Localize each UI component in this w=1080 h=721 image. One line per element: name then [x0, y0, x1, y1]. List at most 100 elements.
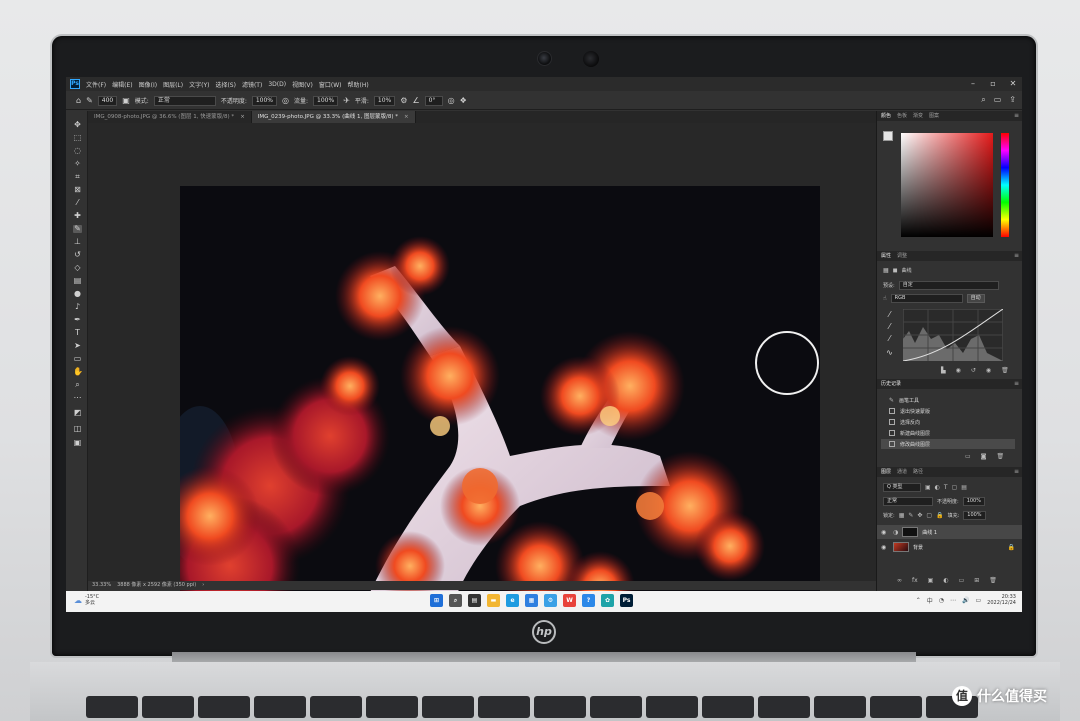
flow-field[interactable]: 100% [313, 95, 339, 106]
mask-icon[interactable]: ◼ [893, 267, 898, 274]
new-layer-icon[interactable]: ⊞ [974, 577, 979, 584]
lasso-tool-icon[interactable]: ◌ [73, 147, 82, 155]
minimize-button[interactable]: – [968, 78, 978, 90]
gradient-tool-icon[interactable]: ▤ [73, 277, 82, 285]
layer-row-curves[interactable]: ◉ ◑ 曲线 1 [877, 525, 1022, 539]
foreground-color-swatch[interactable] [883, 131, 893, 141]
layer-filter-select[interactable]: Q 类型 [883, 483, 921, 492]
hand-tool-icon[interactable]: ✋ [73, 368, 83, 376]
target-adjust-icon[interactable]: ☝ [883, 295, 887, 302]
menu-image[interactable]: 图像(I) [139, 80, 157, 89]
panel-menu-icon[interactable]: ≡ [1014, 379, 1019, 389]
quick-select-icon[interactable]: ✧ [73, 160, 82, 168]
menu-help[interactable]: 帮助(H) [348, 80, 369, 89]
blur-tool-icon[interactable]: ● [73, 290, 82, 298]
layer-mask-thumbnail[interactable] [902, 527, 919, 537]
brush-tool-icon[interactable]: ✎ [86, 96, 93, 106]
taskbar-app-settings-icon[interactable]: ⚙ [544, 594, 557, 607]
eye-icon[interactable]: ◉ [881, 529, 889, 536]
weather-widget[interactable]: ☁ -15°C 多云 [74, 594, 99, 606]
panel-menu-icon[interactable]: ≡ [1014, 251, 1019, 261]
wifi-icon[interactable]: ⋯ [950, 597, 956, 604]
auto-button[interactable]: 自动 [966, 294, 985, 303]
brush-settings-icon[interactable]: ▣ [122, 96, 130, 106]
frame-tool-icon[interactable]: ⊠ [73, 186, 82, 194]
tab-patterns[interactable]: 图案 [929, 111, 939, 121]
trash-icon[interactable]: 🗑 [1001, 367, 1009, 374]
panel-menu-icon[interactable]: ≡ [1014, 111, 1019, 121]
opacity-field[interactable]: 100% [251, 95, 278, 106]
menu-type[interactable]: 文字(Y) [189, 80, 209, 89]
adjustment-layer-icon[interactable]: ◐ [943, 577, 948, 584]
more-tools-icon[interactable]: ⋯ [73, 394, 82, 402]
marquee-tool-icon[interactable]: ⬚ [73, 134, 82, 142]
close-icon[interactable]: × [404, 111, 409, 123]
taskbar-app-help-icon[interactable]: ? [582, 594, 595, 607]
menu-layer[interactable]: 图层(L) [163, 80, 183, 89]
trash-icon[interactable]: 🗑 [997, 453, 1005, 460]
taskbar-app-photoshop-icon[interactable]: Ps [620, 594, 633, 607]
preset-select[interactable]: 自定 [898, 281, 999, 290]
tab-color[interactable]: 颜色 [881, 111, 891, 121]
share-icon[interactable]: ⇪ [1009, 95, 1016, 105]
add-mask-icon[interactable]: ▣ [928, 577, 934, 584]
filter-shape-icon[interactable]: ▢ [952, 484, 958, 491]
fx-icon[interactable]: fx [912, 577, 918, 584]
cloud-sync-icon[interactable]: ◔ [939, 597, 944, 604]
history-item[interactable]: 新建曲线图层 [881, 428, 1015, 438]
menu-select[interactable]: 选择(S) [215, 80, 236, 89]
taskbar-app-wps-icon[interactable]: W [563, 594, 576, 607]
lock-paint-icon[interactable]: ✎ [908, 512, 913, 519]
tab-img-0239[interactable]: IMG_0239-photo.JPG @ 33.3% (曲线 1, 图层蒙版/8… [251, 111, 416, 123]
color-swatches-icon[interactable]: ◩ [73, 409, 82, 417]
tab-channels[interactable]: 通道 [897, 467, 907, 477]
filter-type-icon[interactable]: T [944, 484, 948, 491]
tab-img-0908[interactable]: IMG_0908-photo.JPG @ 36.6% (图层 1, 快速蒙版/8… [88, 111, 252, 123]
brush-tool-active-icon[interactable]: ✎ [73, 225, 82, 233]
blend-mode-select[interactable]: 正常 [883, 497, 933, 506]
volume-icon[interactable]: 🔊 [962, 597, 969, 604]
history-item-selected[interactable]: 修改曲线图层 [881, 439, 1015, 449]
close-icon[interactable]: × [240, 111, 245, 123]
menu-file[interactable]: 文件(F) [86, 80, 106, 89]
channel-select[interactable]: RGB [890, 294, 963, 303]
move-tool-icon[interactable]: ✥ [73, 121, 82, 129]
smoothing-field[interactable]: 10% [373, 95, 396, 106]
clip-icon[interactable]: ▙ [941, 367, 946, 374]
curves-graph[interactable] [903, 309, 1003, 361]
eye-icon[interactable]: ◉ [881, 544, 889, 551]
clock[interactable]: 20:33 2022/12/24 [987, 594, 1016, 606]
fill-field[interactable]: 100% [963, 511, 986, 520]
pen-tool-icon[interactable]: ✒ [73, 316, 82, 324]
history-brush-icon[interactable]: ↺ [73, 251, 82, 259]
history-item[interactable]: ✎ 画笔工具 [881, 395, 1015, 405]
taskbar-app-task-view-icon[interactable]: ▤ [468, 594, 481, 607]
chevron-up-icon[interactable]: ⌃ [916, 597, 921, 604]
lock-pixels-icon[interactable]: ▦ [899, 512, 905, 519]
tab-layers[interactable]: 图层 [881, 467, 891, 477]
lock-all-icon[interactable]: 🔒 [936, 512, 943, 519]
taskbar-app-file-explorer-icon[interactable]: ▬ [487, 594, 500, 607]
search-icon[interactable]: ⌕ [981, 95, 985, 105]
menu-3d[interactable]: 3D(D) [268, 81, 286, 88]
pressure-opacity-icon[interactable]: ◎ [282, 96, 289, 106]
taskbar-app-search-icon[interactable]: ⌕ [449, 594, 462, 607]
type-tool-icon[interactable]: T [73, 329, 82, 337]
filter-adjust-icon[interactable]: ◐ [935, 484, 940, 491]
taskbar-app-photos-icon[interactable]: ✿ [601, 594, 614, 607]
color-picker-field[interactable] [901, 133, 993, 237]
reset-icon[interactable]: ↺ [971, 367, 976, 374]
trash-icon[interactable]: 🗑 [989, 577, 997, 584]
airbrush-icon[interactable]: ✈ [343, 96, 350, 106]
zoom-level[interactable]: 33.33% [92, 581, 111, 590]
mode-select[interactable]: 正常 [153, 95, 216, 106]
angle-field[interactable]: 0° [424, 95, 443, 106]
snapshot-icon[interactable]: ◙ [981, 453, 987, 460]
panel-menu-icon[interactable]: ≡ [1014, 467, 1019, 477]
input-method-icon[interactable]: 中 [927, 596, 933, 605]
new-document-icon[interactable]: ▭ [965, 453, 971, 460]
eyedropper-black-icon[interactable]: ⁄ [885, 311, 894, 319]
zoom-tool-icon[interactable]: ⌕ [73, 381, 82, 389]
taskbar-app-store-icon[interactable]: ▦ [525, 594, 538, 607]
filter-smart-icon[interactable]: ▤ [961, 484, 967, 491]
